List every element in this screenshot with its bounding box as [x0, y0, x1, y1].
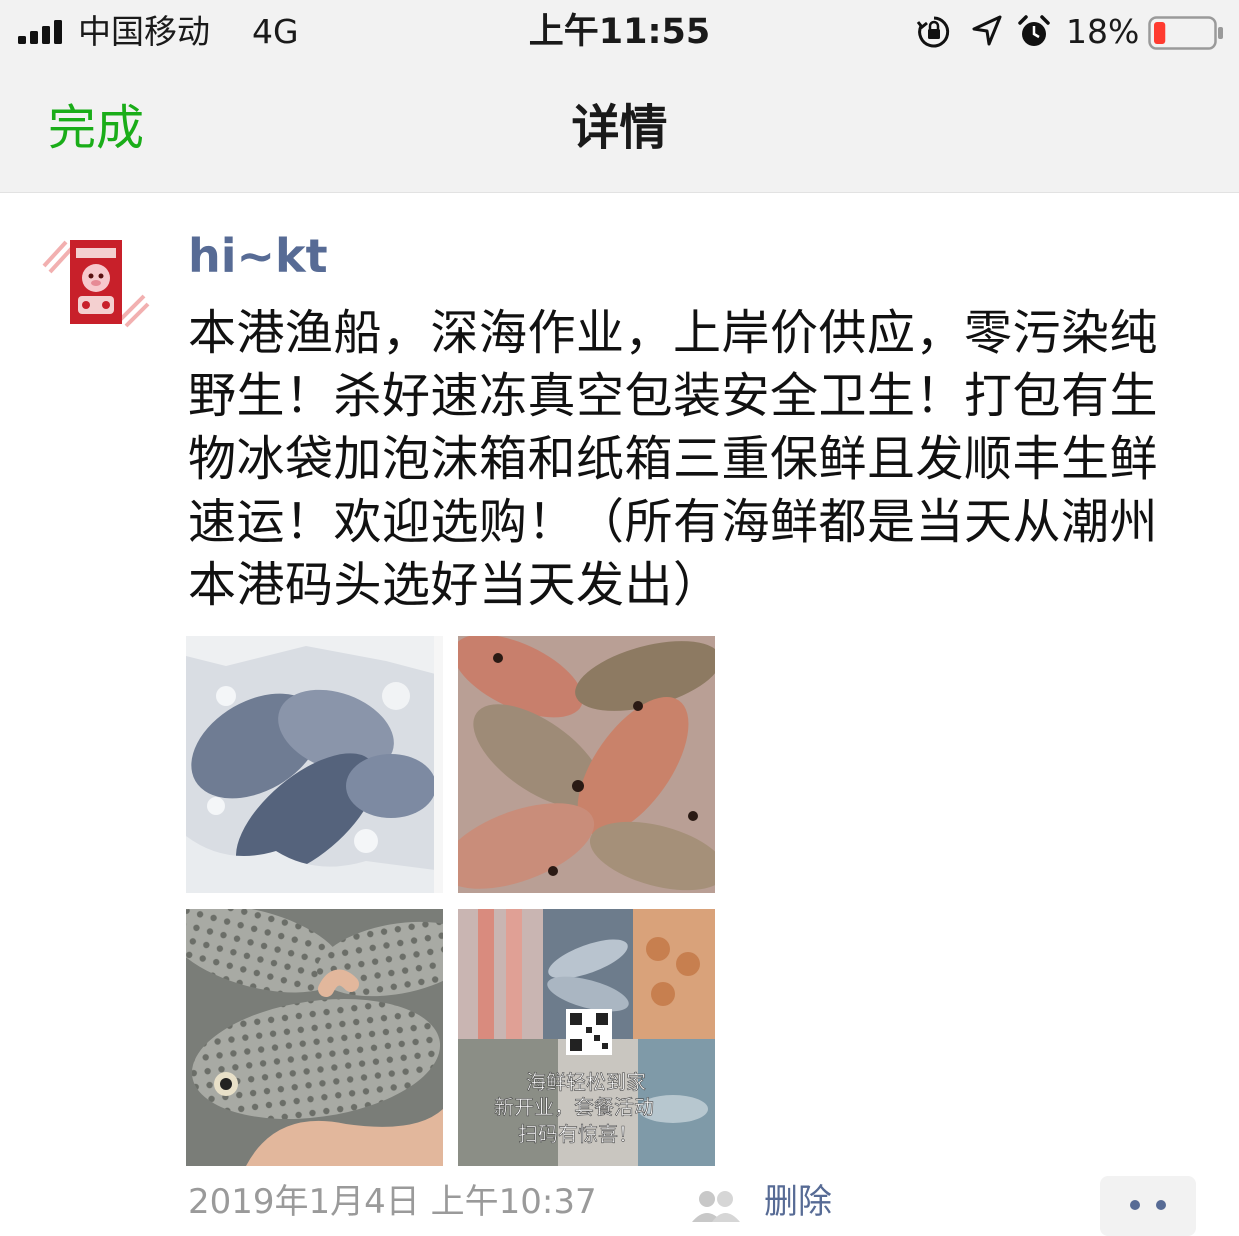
- more-dots-icon-dot: [1156, 1200, 1166, 1210]
- page-title: 详情: [571, 100, 668, 156]
- network-type: 4G: [252, 12, 299, 51]
- photo-seafood-collage[interactable]: 海鲜轻松到家 新开业，套餐活动 扫码有惊喜！: [458, 909, 715, 1166]
- photo-spotted-fish[interactable]: [186, 909, 443, 1166]
- photo-red-fish[interactable]: [458, 636, 715, 893]
- poster-caption-line-1: 海鲜轻松到家: [526, 1070, 646, 1094]
- orientation-lock-icon: [916, 16, 950, 48]
- post-timestamp: 2019年1月4日 上午10:37: [188, 1182, 597, 1222]
- post-footer: 2019年1月4日 上午10:37 删除: [0, 1176, 1239, 1236]
- done-button[interactable]: 完成: [48, 98, 144, 158]
- battery-icon: [1148, 16, 1223, 50]
- delete-button[interactable]: 删除: [764, 1180, 832, 1224]
- carrier-name: 中国移动: [78, 12, 210, 51]
- friends-icon: [692, 1191, 740, 1222]
- navigation-bar: 完成 详情: [0, 66, 1239, 193]
- poster-caption-line-3: 扫码有惊喜！: [518, 1122, 638, 1146]
- avatar[interactable]: [40, 226, 152, 338]
- photo-fish-on-ice[interactable]: [186, 636, 443, 893]
- location-icon: [972, 15, 1002, 46]
- post-text: 本港渔船，深海作业，上岸价供应，零污染纯野生！杀好速冻真空包装安全卫生！打包有生…: [188, 305, 1159, 613]
- more-button[interactable]: [1100, 1176, 1196, 1236]
- signal-icon: [18, 20, 62, 44]
- poster-caption-line-2: 新开业，套餐活动: [494, 1095, 654, 1119]
- more-dots-icon: [1130, 1200, 1140, 1210]
- battery-percent: 18%: [1066, 12, 1140, 51]
- alarm-icon: [1018, 15, 1050, 46]
- avatar-image: [40, 226, 152, 338]
- post-author-name[interactable]: hi~kt: [188, 228, 328, 284]
- status-bar: 中国移动 4G 上午11:55 18%: [0, 0, 1239, 66]
